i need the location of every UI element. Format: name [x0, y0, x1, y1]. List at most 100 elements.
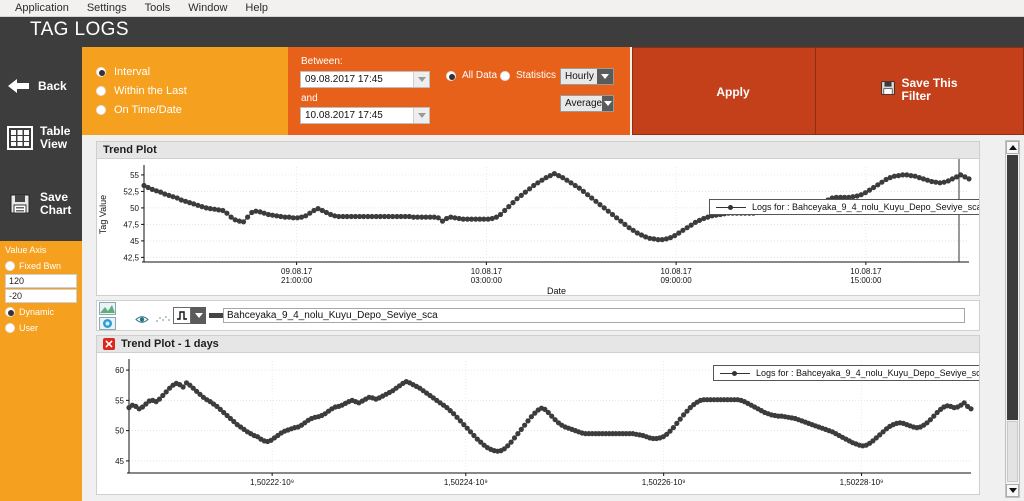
table-grid-icon [0, 126, 40, 150]
svg-text:45: 45 [130, 237, 139, 246]
tag-logs-window: Application Settings Tools Window Help T… [0, 0, 1024, 501]
option-statistics[interactable]: Statistics [500, 70, 556, 81]
page-title: TAG LOGS [30, 19, 129, 40]
value-axis-min-input[interactable]: -20 [5, 289, 77, 303]
between-panel: Between: 09.08.2017 17:45 and 10.08.2017… [288, 47, 436, 135]
trend-plot-card: Trend Plot 42,5 45 47,5 50 52,5 55 09.08.17 21:… [96, 141, 980, 296]
trend-plot-1day-header: Trend Plot - 1 days [97, 336, 979, 353]
apply-button[interactable]: Apply [632, 47, 834, 135]
svg-text:55: 55 [115, 396, 124, 405]
option-within-the-last[interactable]: Within the Last [96, 85, 187, 97]
menu-item-help[interactable]: Help [236, 0, 277, 16]
svg-text:52,5: 52,5 [123, 187, 139, 196]
visibility-eye-icon[interactable] [135, 311, 149, 329]
svg-text:60: 60 [115, 366, 124, 375]
sidebar: Back Table View Save Chart [0, 47, 82, 241]
floppy-disk-icon [881, 80, 896, 100]
svg-text:21:00:00: 21:00:00 [281, 276, 313, 285]
radio-within-the-last[interactable] [96, 86, 106, 96]
chart-image-icon[interactable] [99, 301, 116, 315]
radio-fixed-bwn[interactable] [5, 260, 15, 271]
svg-text:Tag Value: Tag Value [98, 195, 108, 234]
close-icon[interactable] [103, 338, 115, 350]
period-value: Hourly [565, 71, 594, 82]
svg-text:10.08.17: 10.08.17 [471, 267, 503, 276]
svg-text:Date: Date [547, 286, 566, 295]
on-time-date-label: On Time/Date [114, 104, 182, 116]
option-interval[interactable]: Interval [96, 66, 150, 78]
chevron-down-icon[interactable] [602, 96, 613, 111]
option-all-data[interactable]: All Data [446, 70, 497, 81]
legend-line-icon [720, 370, 750, 376]
menu-item-application[interactable]: Application [6, 0, 78, 16]
scroll-down-button[interactable] [1006, 484, 1019, 497]
aggregate-value: Average [565, 98, 603, 109]
value-axis-user-option[interactable]: User [5, 320, 77, 335]
radio-interval[interactable] [96, 67, 106, 77]
target-circle-icon[interactable] [99, 316, 116, 330]
period-select[interactable]: Hourly [560, 68, 614, 85]
series-color-swatch[interactable] [209, 313, 223, 318]
trend-plot-1day-card: Trend Plot - 1 days 45 50 55 60 1,50222·10⁹ 1… [96, 335, 980, 495]
legend-label: Logs for : Bahceyaka_9_4_nolu_Kuyu_Depo_… [756, 368, 979, 378]
save-this-filter-button[interactable]: Save This Filter [815, 47, 1024, 135]
aggregate-select[interactable]: Average [560, 95, 614, 112]
chevron-down-icon[interactable] [597, 69, 613, 84]
trend-plot-title: Trend Plot [103, 144, 157, 156]
filter-bar: Interval Within the Last On Time/Date Be… [82, 47, 1024, 135]
legend-line-icon [716, 204, 746, 210]
end-date-field[interactable]: 10.08.2017 17:45 [300, 107, 430, 124]
trend-plot-1day-title: Trend Plot - 1 days [121, 338, 219, 350]
svg-text:50: 50 [115, 427, 124, 436]
menu-item-settings[interactable]: Settings [78, 0, 136, 16]
menu-item-window[interactable]: Window [179, 0, 236, 16]
scrollbar-thumb[interactable] [1007, 155, 1018, 420]
save-chart-button[interactable]: Save Chart [0, 175, 82, 233]
svg-text:15:00:00: 15:00:00 [850, 276, 882, 285]
chevron-down-icon[interactable] [413, 108, 429, 123]
option-on-time-date[interactable]: On Time/Date [96, 104, 182, 116]
interval-mode-panel: Interval Within the Last On Time/Date [82, 47, 288, 135]
scatter-dots-icon[interactable] [155, 311, 171, 329]
start-date-field[interactable]: 09.08.2017 17:45 [300, 71, 430, 88]
interval-label: Interval [114, 66, 151, 78]
title-band [0, 17, 1024, 47]
svg-text:50: 50 [130, 204, 139, 213]
value-axis-panel: Value Axis Fixed Bwn 120 -20 Dynamic Use… [0, 241, 82, 359]
radio-on-time-date[interactable] [96, 105, 106, 115]
value-axis-fixed-option[interactable]: Fixed Bwn [5, 258, 77, 273]
radio-dynamic[interactable] [5, 306, 15, 317]
tag-name-input[interactable]: Bahceyaka_9_4_nolu_Kuyu_Depo_Seviye_sca [223, 308, 965, 323]
svg-text:1,50222·10⁹: 1,50222·10⁹ [250, 478, 294, 487]
value-axis-title: Value Axis [5, 245, 47, 255]
between-label: Between: [301, 56, 343, 67]
radio-all-data[interactable] [446, 70, 456, 81]
back-button[interactable]: Back [0, 57, 82, 115]
within-the-last-label: Within the Last [114, 85, 187, 97]
trend-plot-legend: Logs for : Bahceyaka_9_4_nolu_Kuyu_Depo_… [709, 199, 979, 215]
back-label: Back [38, 78, 67, 93]
radio-statistics[interactable] [500, 70, 510, 81]
menu-item-tools[interactable]: Tools [136, 0, 180, 16]
back-arrow-icon [0, 76, 38, 96]
value-axis-dynamic-option[interactable]: Dynamic [5, 304, 77, 319]
svg-text:10.08.17: 10.08.17 [850, 267, 882, 276]
apply-label: Apply [716, 85, 750, 99]
toolbar-icon-stack [97, 301, 119, 330]
line-style-button[interactable] [173, 307, 191, 324]
trend-plot-header: Trend Plot [97, 142, 979, 159]
scroll-up-button[interactable] [1006, 141, 1019, 154]
line-style-dropdown-icon[interactable] [191, 307, 206, 324]
radio-user[interactable] [5, 322, 15, 333]
vertical-scrollbar[interactable] [1005, 140, 1020, 498]
trend-plot-1day-canvas[interactable]: 45 50 55 60 1,50222·10⁹ 1,50224·10⁹ 1,50226·10… [97, 353, 979, 494]
svg-text:42,5: 42,5 [123, 253, 139, 262]
table-view-button[interactable]: Table View [0, 109, 82, 167]
trend-plot-canvas[interactable]: 42,5 45 47,5 50 52,5 55 09.08.17 21:00:00 10.08.… [97, 159, 979, 295]
svg-text:1,50226·10⁹: 1,50226·10⁹ [642, 478, 686, 487]
value-axis-max-input[interactable]: 120 [5, 274, 77, 288]
chevron-down-icon[interactable] [413, 72, 429, 87]
all-data-label: All Data [462, 70, 498, 81]
svg-text:10.08.17: 10.08.17 [661, 267, 693, 276]
scrollbar-track-lower[interactable] [1007, 421, 1018, 482]
